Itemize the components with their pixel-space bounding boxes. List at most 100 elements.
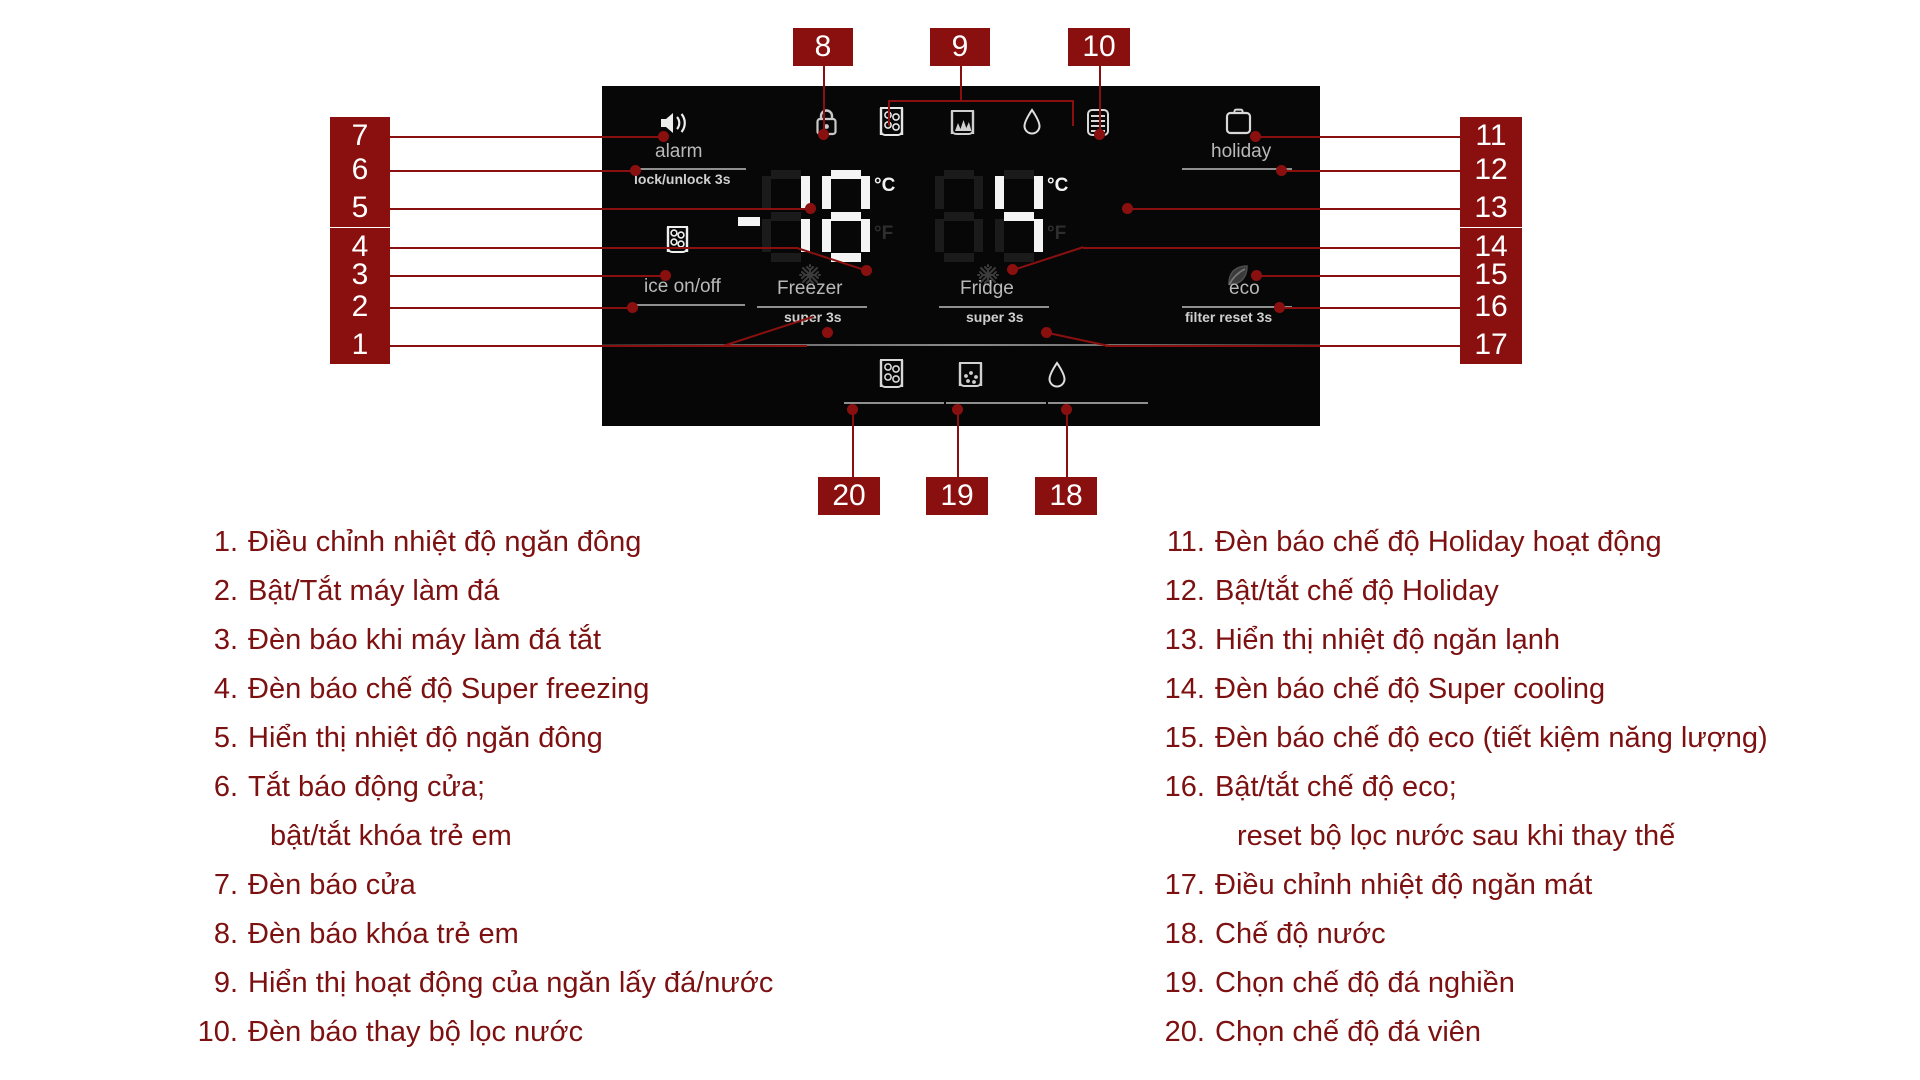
list-item-number: 17. [1164, 869, 1205, 901]
eco-sub-label[interactable]: filter reset 3s [1185, 309, 1272, 325]
list-item-text: Đèn báo chế độ Holiday hoạt động [1215, 526, 1662, 558]
list-item-number: 19. [1164, 967, 1205, 999]
callout-badge-2[interactable]: 2 [330, 288, 390, 326]
list-item: 12. Bật/tắt chế độ Holiday [1165, 567, 1768, 616]
callout-badge-8[interactable]: 8 [793, 28, 853, 66]
crushed-ice-button-icon[interactable] [957, 361, 984, 394]
seg-f [995, 176, 1005, 209]
cubed-ice-button-underline [844, 402, 944, 404]
list-item-text: Chọn chế độ đá nghiền [1215, 967, 1515, 999]
dot-10 [1094, 129, 1105, 140]
list-item-number: 1. [213, 526, 238, 558]
seg-b [974, 176, 983, 209]
leader-16 [1280, 307, 1485, 309]
seg-c [974, 219, 983, 252]
holiday-label[interactable]: holiday [1211, 141, 1271, 163]
refrigerator-display-panel: alarm lock/unlock 3s ice on/off °C °F Fr… [602, 86, 1320, 426]
list-item-number: 13. [1164, 624, 1205, 656]
fridge-super-label[interactable]: super 3s [966, 309, 1024, 325]
freezer-underline [757, 306, 867, 308]
callout-badge-6[interactable]: 6 [330, 151, 390, 189]
alarm-sub-label[interactable]: lock/unlock 3s [634, 171, 730, 187]
list-item: 5. Hiển thị nhiệt độ ngăn đông [214, 714, 773, 763]
list-item-number: 2. [213, 575, 238, 607]
callout-badge-12[interactable]: 12 [1460, 151, 1522, 189]
alarm-underline [636, 168, 746, 170]
ice-on-off-label[interactable]: ice on/off [644, 276, 721, 298]
fridge-temperature-display [935, 170, 1044, 267]
water-drop-icon [1022, 108, 1042, 141]
list-item-text: reset bộ lọc nước sau khi thay thế [1237, 820, 1676, 852]
dot-12 [1276, 165, 1287, 176]
dot-19 [952, 404, 963, 415]
callout-badge-5[interactable]: 5 [330, 189, 390, 227]
list-item: 20. Chọn chế độ đá viên [1165, 1008, 1768, 1057]
list-item-number: 8. [213, 918, 238, 950]
crushed-ice-icon [949, 109, 976, 142]
list-item-text: Hiển thị hoạt động của ngăn lấy đá/nước [248, 967, 774, 999]
dot-14 [1007, 264, 1018, 275]
seg-a [771, 170, 801, 179]
callout-badge-11[interactable]: 11 [1460, 117, 1522, 155]
list-item: 14. Đèn báo chế độ Super cooling [1165, 665, 1768, 714]
callout-badge-13[interactable]: 13 [1460, 189, 1522, 227]
list-item-number: 5. [213, 722, 238, 754]
fridge-section-label: Fridge [960, 278, 1014, 299]
eco-label[interactable]: eco [1229, 278, 1260, 300]
callout-badge-16[interactable]: 16 [1460, 288, 1522, 326]
callout-badge-20[interactable]: 20 [818, 477, 880, 515]
callout-badge-7[interactable]: 7 [330, 117, 390, 155]
callout-badge-17[interactable]: 17 [1460, 326, 1522, 364]
cubed-ice-icon [878, 106, 905, 143]
callout-badge-19[interactable]: 19 [926, 477, 988, 515]
list-item-text: Tắt báo động cửa; [248, 771, 486, 803]
list-item: 8. Đèn báo khóa trẻ em [214, 910, 773, 959]
list-item-text: Chế độ nước [1215, 918, 1386, 950]
list-item: reset bộ lọc nước sau khi thay thế [1215, 812, 1768, 861]
fridge-unit-celsius: °C [1047, 175, 1069, 196]
seg-e [822, 219, 832, 252]
leader-9-left [888, 100, 890, 126]
list-item: bật/tắt khóa trẻ em [248, 812, 773, 861]
seg-f [762, 176, 771, 209]
list-item-text: Bật/tắt chế độ Holiday [1215, 575, 1499, 607]
list-item: 2. Bật/Tắt máy làm đá [214, 567, 773, 616]
list-item: 10. Đèn báo thay bộ lọc nước [198, 1008, 773, 1057]
water-button-icon[interactable] [1047, 361, 1067, 394]
freezer-digit-2 [822, 170, 871, 262]
list-item-number: 15. [1164, 722, 1205, 754]
seg-c [861, 219, 871, 252]
leader-17-h [1105, 345, 1485, 347]
list-item-text: bật/tắt khóa trẻ em [270, 820, 512, 852]
leader-1-h [390, 345, 807, 347]
dot-20 [847, 404, 858, 415]
freezer-section-label: Freezer [777, 278, 843, 299]
leader-9-bar [888, 100, 1074, 102]
leader-2 [390, 307, 633, 309]
dot-5 [805, 203, 816, 214]
ice-cubes-glass-icon [665, 225, 690, 260]
list-item: 18. Chế độ nước [1165, 910, 1768, 959]
callout-badge-9[interactable]: 9 [930, 28, 990, 66]
leader-4-h [390, 247, 798, 249]
alarm-label[interactable]: alarm [655, 141, 703, 163]
dot-8 [818, 129, 829, 140]
seg-g [944, 212, 974, 221]
list-item-number: 16. [1164, 771, 1205, 803]
list-item-text: Hiển thị nhiệt độ ngăn lạnh [1215, 624, 1561, 656]
dot-4 [861, 265, 872, 276]
seg-e [935, 219, 944, 252]
leader-10 [1099, 58, 1101, 136]
fridge-digit-1 [935, 170, 983, 262]
callout-badge-10[interactable]: 10 [1068, 28, 1130, 66]
cubed-ice-button-icon[interactable] [878, 358, 905, 395]
callout-badge-1[interactable]: 1 [330, 326, 390, 364]
dot-1 [822, 327, 833, 338]
callout-badge-18[interactable]: 18 [1035, 477, 1097, 515]
seg-b [861, 176, 871, 209]
freezer-unit-celsius: °C [874, 175, 896, 196]
list-item-text: Đèn báo chế độ Super cooling [1215, 673, 1606, 705]
leader-13 [1127, 208, 1485, 210]
crushed-ice-button-underline [946, 402, 1046, 404]
dot-11 [1250, 131, 1261, 142]
